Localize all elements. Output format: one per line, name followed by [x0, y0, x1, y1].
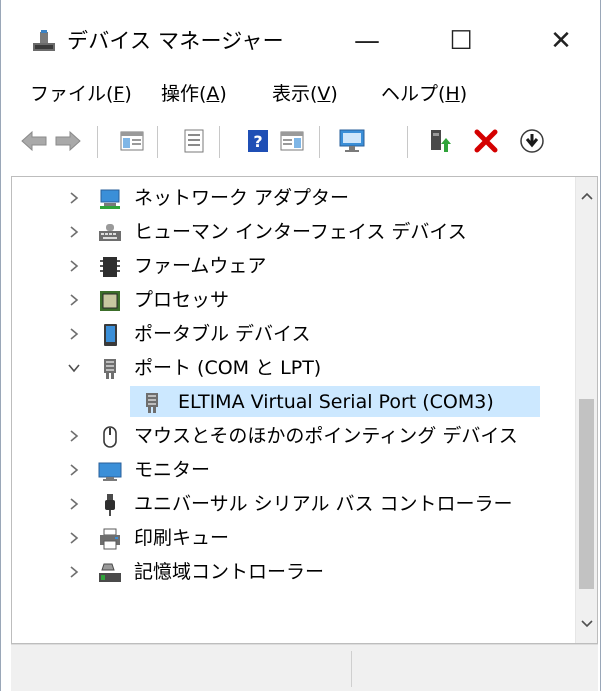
back-arrow-icon[interactable] — [19, 126, 49, 156]
maximize-button[interactable]: ☐ — [431, 20, 491, 62]
help-icon[interactable]: ? — [243, 126, 273, 156]
usb-icon — [105, 494, 115, 516]
tree-item-processors[interactable]: プロセッサ — [12, 283, 572, 317]
update-driver-icon[interactable] — [425, 126, 455, 156]
tree-item-mice[interactable]: マウスとそのほかのポインティング デバイス — [12, 419, 572, 453]
menu-view-access-key: V — [317, 83, 331, 105]
tree-item-label: ユニバーサル シリアル バス コントローラー — [134, 493, 513, 515]
tree-item-label: ヒューマン インターフェイス デバイス — [134, 221, 467, 243]
expand-chevron-icon[interactable] — [66, 249, 82, 283]
expand-chevron-icon[interactable] — [66, 419, 82, 453]
monitor-icon — [98, 462, 122, 481]
action-pane-icon[interactable] — [277, 126, 307, 156]
title-bar[interactable]: デバイス マネージャー — ☐ ✕ — [1, 0, 600, 84]
scan-hardware-icon[interactable] — [337, 126, 367, 156]
disable-device-icon[interactable] — [517, 126, 547, 156]
collapse-chevron-icon[interactable] — [66, 351, 82, 385]
toolbar-separator — [219, 126, 220, 158]
storage-controller-icon — [99, 563, 121, 582]
expand-chevron-icon[interactable] — [66, 555, 82, 589]
expand-chevron-icon[interactable] — [66, 521, 82, 555]
forward-arrow-icon[interactable] — [53, 126, 83, 156]
tree-item-portable-devices[interactable]: ポータブル デバイス — [12, 317, 572, 351]
device-manager-window: デバイス マネージャー — ☐ ✕ ファイル(F) 操作(A) 表示(V) ヘル… — [0, 0, 601, 691]
tree-item-label: ネットワーク アダプター — [134, 187, 350, 209]
minimize-button[interactable]: — — [337, 20, 397, 62]
tree-item-label: 印刷キュー — [134, 527, 230, 549]
expand-chevron-icon[interactable] — [66, 317, 82, 351]
expand-chevron-icon[interactable] — [66, 215, 82, 249]
scrollbar-thumb[interactable] — [579, 399, 594, 589]
network-adapter-icon — [100, 189, 120, 209]
properties-icon[interactable] — [179, 126, 209, 156]
tree-item-ports[interactable]: ポート (COM と LPT) — [12, 351, 572, 385]
vertical-scrollbar[interactable] — [575, 177, 597, 643]
menu-help[interactable]: ヘルプ(H) — [381, 76, 467, 112]
menu-view[interactable]: 表示(V) — [272, 76, 338, 112]
scroll-down-arrow-icon[interactable] — [576, 613, 597, 635]
menu-action-label-end: ) — [219, 83, 227, 105]
tree-item-label: プロセッサ — [134, 289, 230, 311]
expand-chevron-icon[interactable] — [66, 283, 82, 317]
menu-bar: ファイル(F) 操作(A) 表示(V) ヘルプ(H) — [1, 76, 600, 112]
menu-file-label: ファイル( — [30, 83, 114, 105]
tree-item-label: マウスとそのほかのポインティング デバイス — [134, 425, 518, 447]
tree-item-usb-controllers[interactable]: ユニバーサル シリアル バス コントローラー — [12, 487, 572, 521]
expand-chevron-icon[interactable] — [66, 487, 82, 521]
menu-file-label-end: ) — [124, 83, 132, 105]
firmware-icon — [100, 257, 120, 277]
tree-item-label: モニター — [134, 459, 211, 481]
port-icon — [146, 393, 158, 413]
tree-item-label: ポータブル デバイス — [134, 323, 311, 345]
toolbar-separator — [157, 126, 158, 158]
tree-item-print-queues[interactable]: 印刷キュー — [12, 521, 572, 555]
uninstall-device-icon[interactable] — [471, 126, 501, 156]
status-bar-divider — [351, 651, 352, 687]
toolbar-separator — [97, 126, 98, 158]
tree-item-storage-controllers[interactable]: 記憶域コントローラー — [12, 555, 572, 589]
scroll-up-arrow-icon[interactable] — [576, 185, 597, 207]
mouse-icon — [103, 426, 117, 448]
show-hide-console-tree-icon[interactable] — [117, 126, 147, 156]
processor-icon — [100, 291, 120, 311]
menu-view-label: 表示( — [272, 83, 318, 105]
expand-chevron-icon[interactable] — [66, 181, 82, 215]
window-title: デバイス マネージャー — [67, 29, 284, 53]
menu-action[interactable]: 操作(A) — [161, 76, 227, 112]
tree-item-label: 記憶域コントローラー — [134, 561, 325, 583]
tree-item-network-adapters[interactable]: ネットワーク アダプター — [12, 181, 572, 215]
device-manager-app-icon — [33, 30, 55, 51]
menu-view-label-end: ) — [330, 83, 338, 105]
tree-item-eltima-virtual-serial-port[interactable]: ELTIMA Virtual Serial Port (COM3) — [12, 385, 572, 419]
hid-icon — [99, 224, 121, 241]
menu-help-access-key: H — [445, 83, 460, 105]
tree-item-label: ELTIMA Virtual Serial Port (COM3) — [178, 391, 494, 413]
device-tree[interactable]: ネットワーク アダプター ヒューマン インターフェイス デバイス ファームウェア… — [11, 176, 598, 644]
status-bar — [11, 644, 598, 691]
menu-help-label: ヘルプ( — [381, 83, 446, 105]
menu-action-label: 操作( — [161, 83, 207, 105]
svg-text:?: ? — [253, 132, 262, 151]
toolbar: ? — [1, 118, 600, 164]
portable-device-icon — [104, 324, 117, 346]
expand-chevron-icon[interactable] — [66, 453, 82, 487]
menu-file[interactable]: ファイル(F) — [30, 76, 132, 112]
menu-help-label-end: ) — [459, 83, 468, 105]
port-icon — [104, 359, 116, 379]
tree-item-label: ポート (COM と LPT) — [134, 357, 322, 379]
toolbar-separator — [407, 126, 408, 158]
menu-file-access-key: F — [113, 83, 125, 105]
close-button[interactable]: ✕ — [531, 20, 591, 62]
tree-item-label: ファームウェア — [134, 255, 267, 277]
print-queue-icon — [100, 528, 120, 550]
tree-item-human-interface-devices[interactable]: ヒューマン インターフェイス デバイス — [12, 215, 572, 249]
menu-action-access-key: A — [206, 83, 220, 105]
tree-item-firmware[interactable]: ファームウェア — [12, 249, 572, 283]
toolbar-separator — [319, 126, 320, 158]
tree-item-monitors[interactable]: モニター — [12, 453, 572, 487]
